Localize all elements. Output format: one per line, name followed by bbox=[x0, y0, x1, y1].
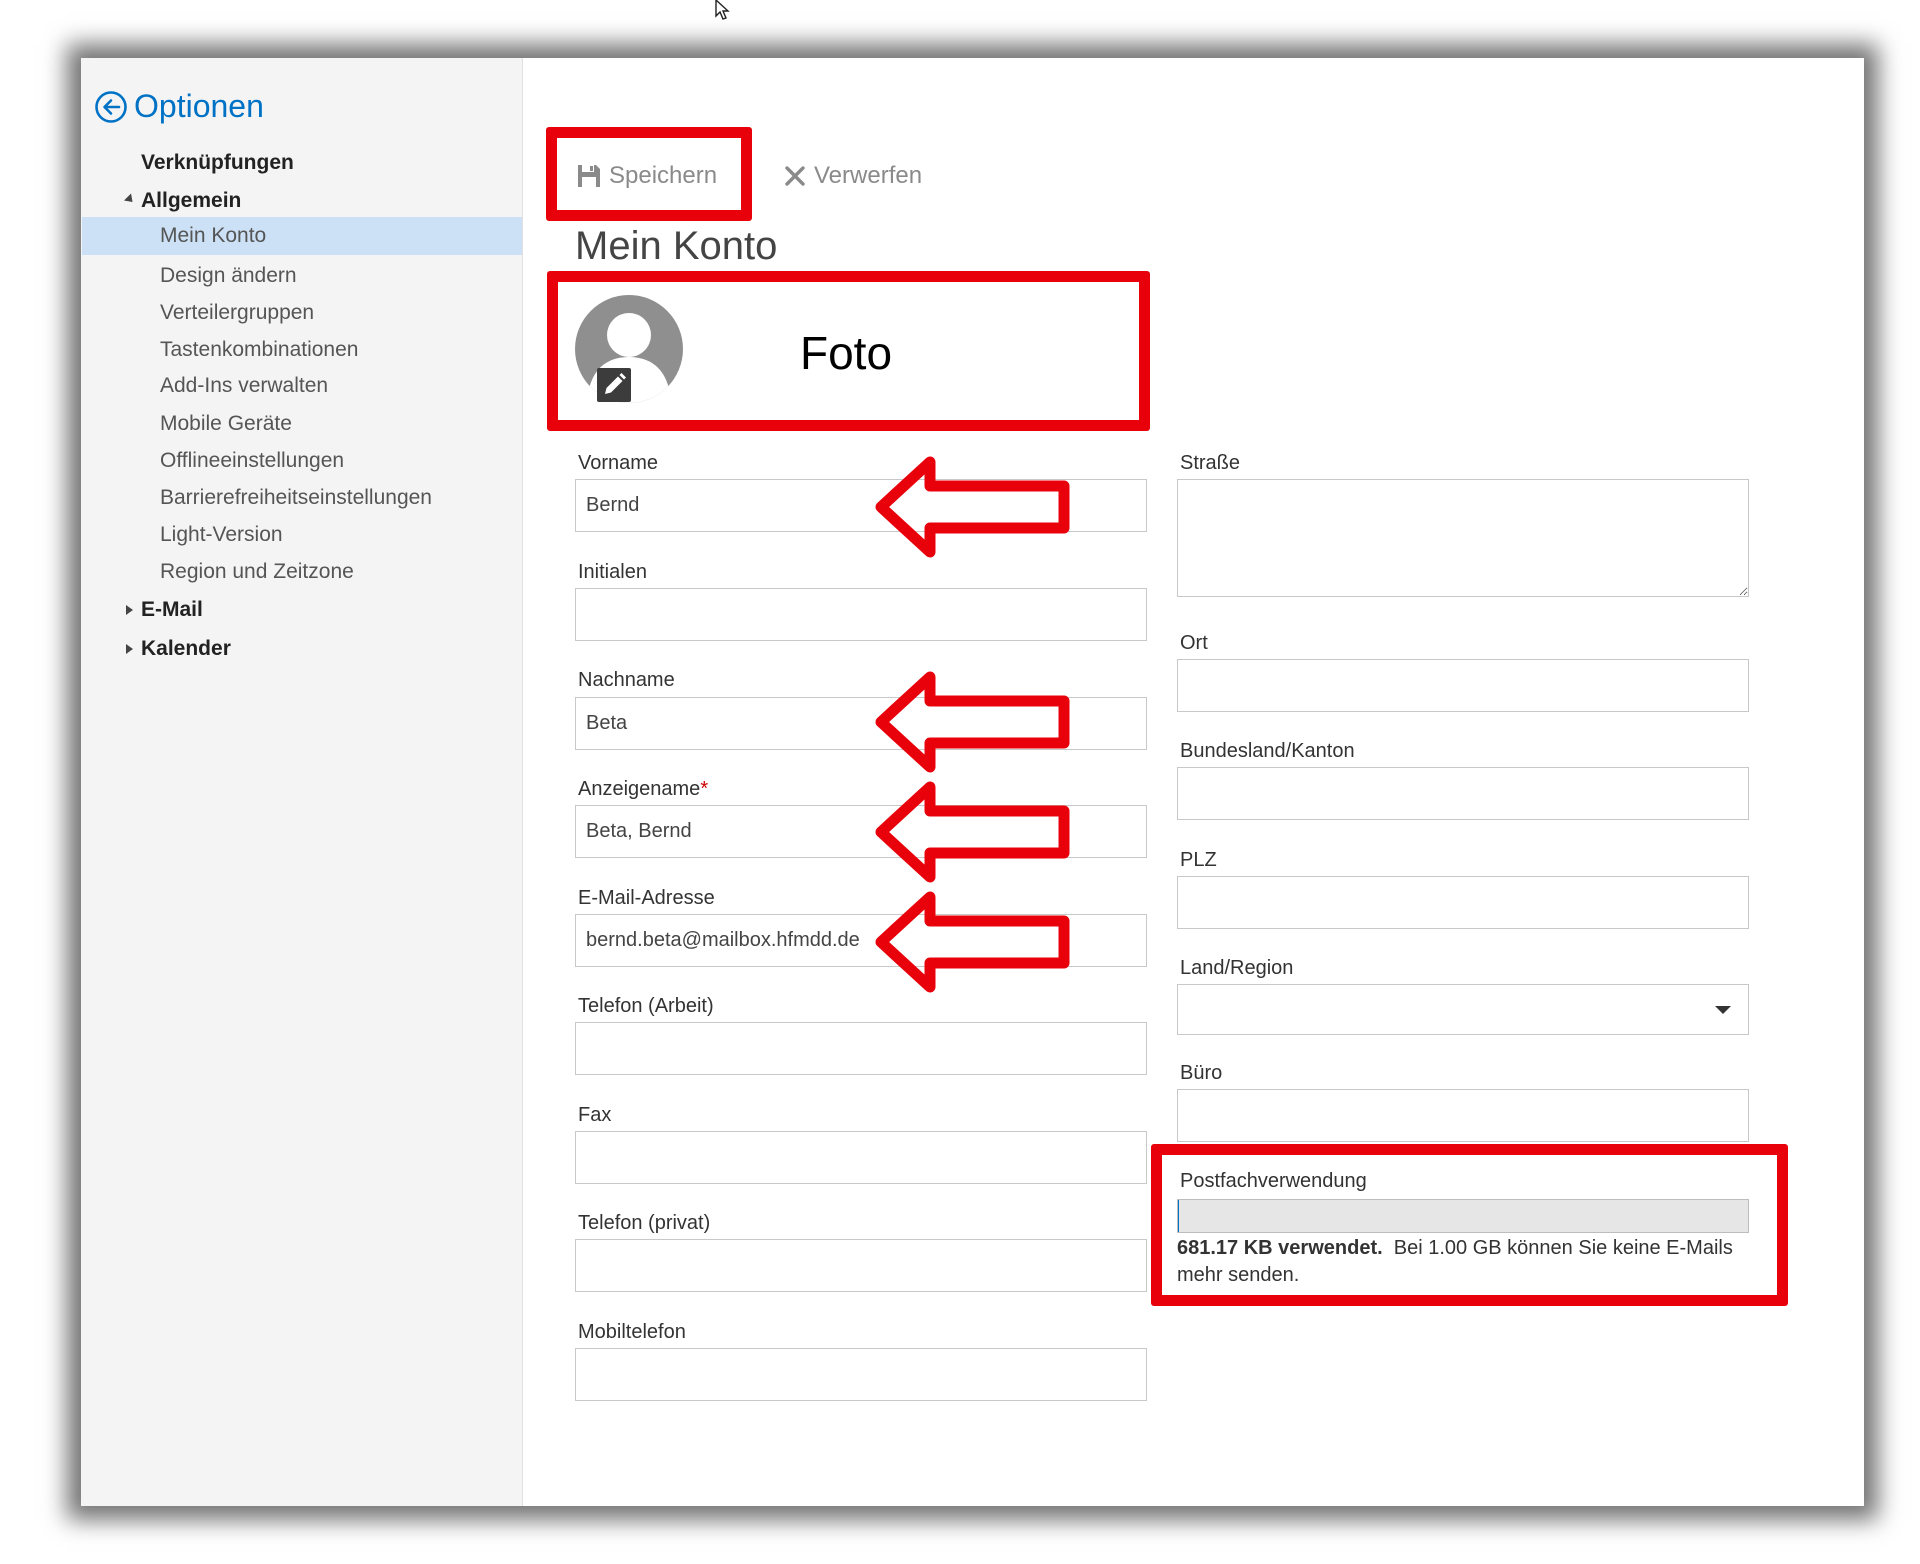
annotation-arrow-icon bbox=[875, 671, 1070, 773]
mailbox-usage-label: Postfachverwendung bbox=[1180, 1170, 1367, 1192]
sidebar-item-label: Verteilergruppen bbox=[160, 301, 315, 324]
anzeigename-label-text: Anzeigename bbox=[578, 778, 701, 800]
fax-label: Fax bbox=[578, 1104, 612, 1126]
discard-button[interactable]: Verwerfen bbox=[784, 162, 922, 190]
mobiltelefon-field[interactable] bbox=[575, 1348, 1147, 1401]
land-region-label: Land/Region bbox=[1180, 957, 1294, 979]
ort-label: Ort bbox=[1180, 632, 1208, 654]
caret-down-icon bbox=[1715, 1006, 1731, 1014]
sidebar-item-email[interactable]: E-Mail bbox=[141, 595, 203, 625]
plz-field[interactable] bbox=[1177, 876, 1749, 929]
vorname-label: Vorname bbox=[578, 452, 659, 474]
sidebar-item-label: Tastenkombinationen bbox=[160, 338, 359, 361]
pencil-icon bbox=[605, 373, 626, 394]
telefon-arbeit-field[interactable] bbox=[575, 1022, 1147, 1075]
sidebar-item-region-zeitzone[interactable]: Region und Zeitzone bbox=[160, 557, 354, 587]
initialen-field[interactable] bbox=[575, 588, 1147, 641]
sidebar-item-label: Offlineeinstellungen bbox=[160, 449, 345, 472]
mouse-pointer-icon bbox=[715, 0, 730, 20]
annotation-arrow-icon bbox=[875, 456, 1070, 558]
sidebar-item-label: Mein Konto bbox=[160, 224, 267, 247]
sidebar-item-label: E-Mail bbox=[141, 598, 203, 621]
sidebar-item-add-ins[interactable]: Add-Ins verwalten bbox=[160, 371, 328, 401]
buero-label: Büro bbox=[1180, 1062, 1223, 1084]
plz-label: PLZ bbox=[1180, 849, 1217, 871]
photo-annotation-label: Foto bbox=[800, 327, 893, 379]
page-title: Mein Konto bbox=[575, 224, 778, 268]
collapsed-triangle-icon bbox=[126, 605, 133, 615]
telefon-arbeit-label: Telefon (Arbeit) bbox=[578, 995, 714, 1017]
sidebar bbox=[81, 58, 523, 1506]
bundesland-label: Bundesland/Kanton bbox=[1180, 740, 1355, 762]
annotation-arrow-icon bbox=[875, 891, 1070, 993]
mobiltelefon-label: Mobiltelefon bbox=[578, 1321, 686, 1343]
mailbox-usage-text: 681.17 KB verwendet. Bei 1.00 GB können … bbox=[1177, 1235, 1737, 1289]
annotation-arrow-icon bbox=[875, 781, 1070, 883]
sidebar-item-label: Region und Zeitzone bbox=[160, 560, 354, 583]
sidebar-item-label: Verknüpfungen bbox=[141, 151, 294, 174]
sidebar-item-allgemein[interactable]: Allgemein bbox=[141, 186, 241, 216]
back-arrow-circle-icon bbox=[95, 90, 127, 123]
telefon-privat-field[interactable] bbox=[575, 1239, 1147, 1292]
sidebar-item-offlineeinstellungen[interactable]: Offlineeinstellungen bbox=[160, 446, 344, 476]
save-button[interactable]: Speichern bbox=[577, 162, 717, 190]
back-to-mail-link[interactable]: Optionen bbox=[94, 88, 264, 125]
sidebar-item-mein-konto[interactable]: Mein Konto bbox=[82, 217, 522, 255]
strasse-label: Straße bbox=[1180, 452, 1241, 474]
ort-field[interactable] bbox=[1177, 659, 1749, 712]
mailbox-used-amount: 681.17 KB verwendet. bbox=[1177, 1237, 1383, 1259]
sidebar-item-design-aendern[interactable]: Design ändern bbox=[160, 261, 297, 291]
collapsed-triangle-icon bbox=[126, 644, 133, 654]
sidebar-item-label: Design ändern bbox=[160, 264, 297, 287]
x-icon bbox=[785, 166, 805, 186]
fax-field[interactable] bbox=[575, 1131, 1147, 1184]
sidebar-item-verknuepfungen[interactable]: Verknüpfungen bbox=[141, 148, 294, 178]
sidebar-item-label: Mobile Geräte bbox=[160, 412, 292, 435]
strasse-field[interactable] bbox=[1177, 479, 1749, 597]
telefon-privat-label: Telefon (privat) bbox=[578, 1212, 711, 1234]
bundesland-field[interactable] bbox=[1177, 767, 1749, 820]
floppy-disk-icon bbox=[578, 165, 600, 187]
sidebar-item-label: Light-Version bbox=[160, 523, 283, 546]
sidebar-title: Optionen bbox=[134, 88, 264, 124]
sidebar-item-label: Allgemein bbox=[141, 189, 242, 212]
initialen-label: Initialen bbox=[578, 561, 647, 583]
anzeigename-label: Anzeigename* bbox=[578, 778, 708, 801]
discard-button-label: Verwerfen bbox=[814, 162, 923, 189]
sidebar-item-label: Barrierefreiheitseinstellungen bbox=[160, 486, 432, 509]
email-label: E-Mail-Adresse bbox=[578, 887, 715, 909]
sidebar-item-mobile-geraete[interactable]: Mobile Geräte bbox=[160, 409, 292, 439]
land-region-select[interactable] bbox=[1177, 984, 1749, 1035]
sidebar-item-barrierefreiheit[interactable]: Barrierefreiheitseinstellungen bbox=[160, 483, 432, 513]
sidebar-item-tastenkombinationen[interactable]: Tastenkombinationen bbox=[160, 335, 358, 365]
sidebar-item-verteilergruppen[interactable]: Verteilergruppen bbox=[160, 298, 314, 328]
buero-field[interactable] bbox=[1177, 1089, 1749, 1142]
mailbox-usage-bar bbox=[1177, 1199, 1749, 1233]
required-asterisk: * bbox=[700, 778, 709, 800]
save-button-label: Speichern bbox=[609, 162, 718, 189]
sidebar-item-light-version[interactable]: Light-Version bbox=[160, 520, 283, 550]
sidebar-item-label: Kalender bbox=[141, 637, 231, 660]
sidebar-item-label: Add-Ins verwalten bbox=[160, 374, 329, 397]
edit-photo-button[interactable] bbox=[597, 368, 631, 402]
sidebar-item-kalender[interactable]: Kalender bbox=[141, 634, 231, 664]
nachname-label: Nachname bbox=[578, 669, 675, 691]
